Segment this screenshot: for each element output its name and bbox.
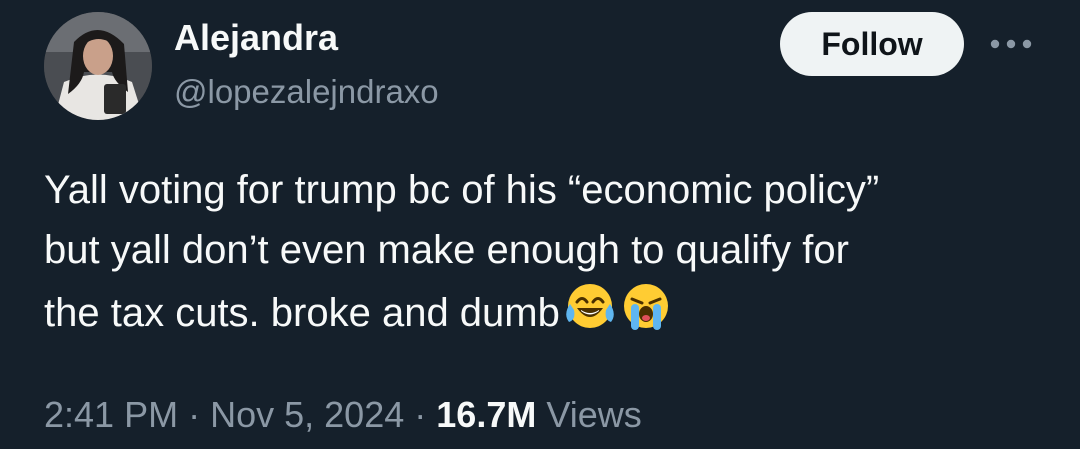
tweet-meta: 2:41 PM · Nov 5, 2024 · 16.7M Views <box>44 390 642 440</box>
tweet-time[interactable]: 2:41 PM <box>44 394 178 435</box>
tweet-date[interactable]: Nov 5, 2024 <box>210 394 404 435</box>
avatar[interactable] <box>44 12 152 120</box>
meta-separator: · <box>188 394 201 435</box>
tweet-text-line: but yall don’t even make enough to quali… <box>44 228 849 272</box>
follow-button[interactable]: Follow <box>780 12 964 76</box>
tweet-text-line: the tax cuts. broke and dumb <box>44 280 1044 349</box>
loudly-crying-face-icon <box>620 280 672 349</box>
views-label: Views <box>546 394 642 435</box>
meta-separator: · <box>414 394 427 435</box>
profile-photo-icon <box>44 12 152 120</box>
views-count[interactable]: 16.7M <box>436 394 536 435</box>
face-with-tears-of-joy-icon <box>564 280 616 349</box>
more-options-button[interactable] <box>986 24 1036 64</box>
more-horizontal-icon <box>990 39 1032 49</box>
tweet-text-segment: the tax cuts. broke and dumb <box>44 291 560 335</box>
author-handle[interactable]: @lopezalejndraxo <box>174 70 439 114</box>
tweet-text-line: Yall voting for trump bc of his “economi… <box>44 168 880 212</box>
author-display-name[interactable]: Alejandra <box>174 16 338 60</box>
tweet-text: Yall voting for trump bc of his “economi… <box>44 160 1044 349</box>
